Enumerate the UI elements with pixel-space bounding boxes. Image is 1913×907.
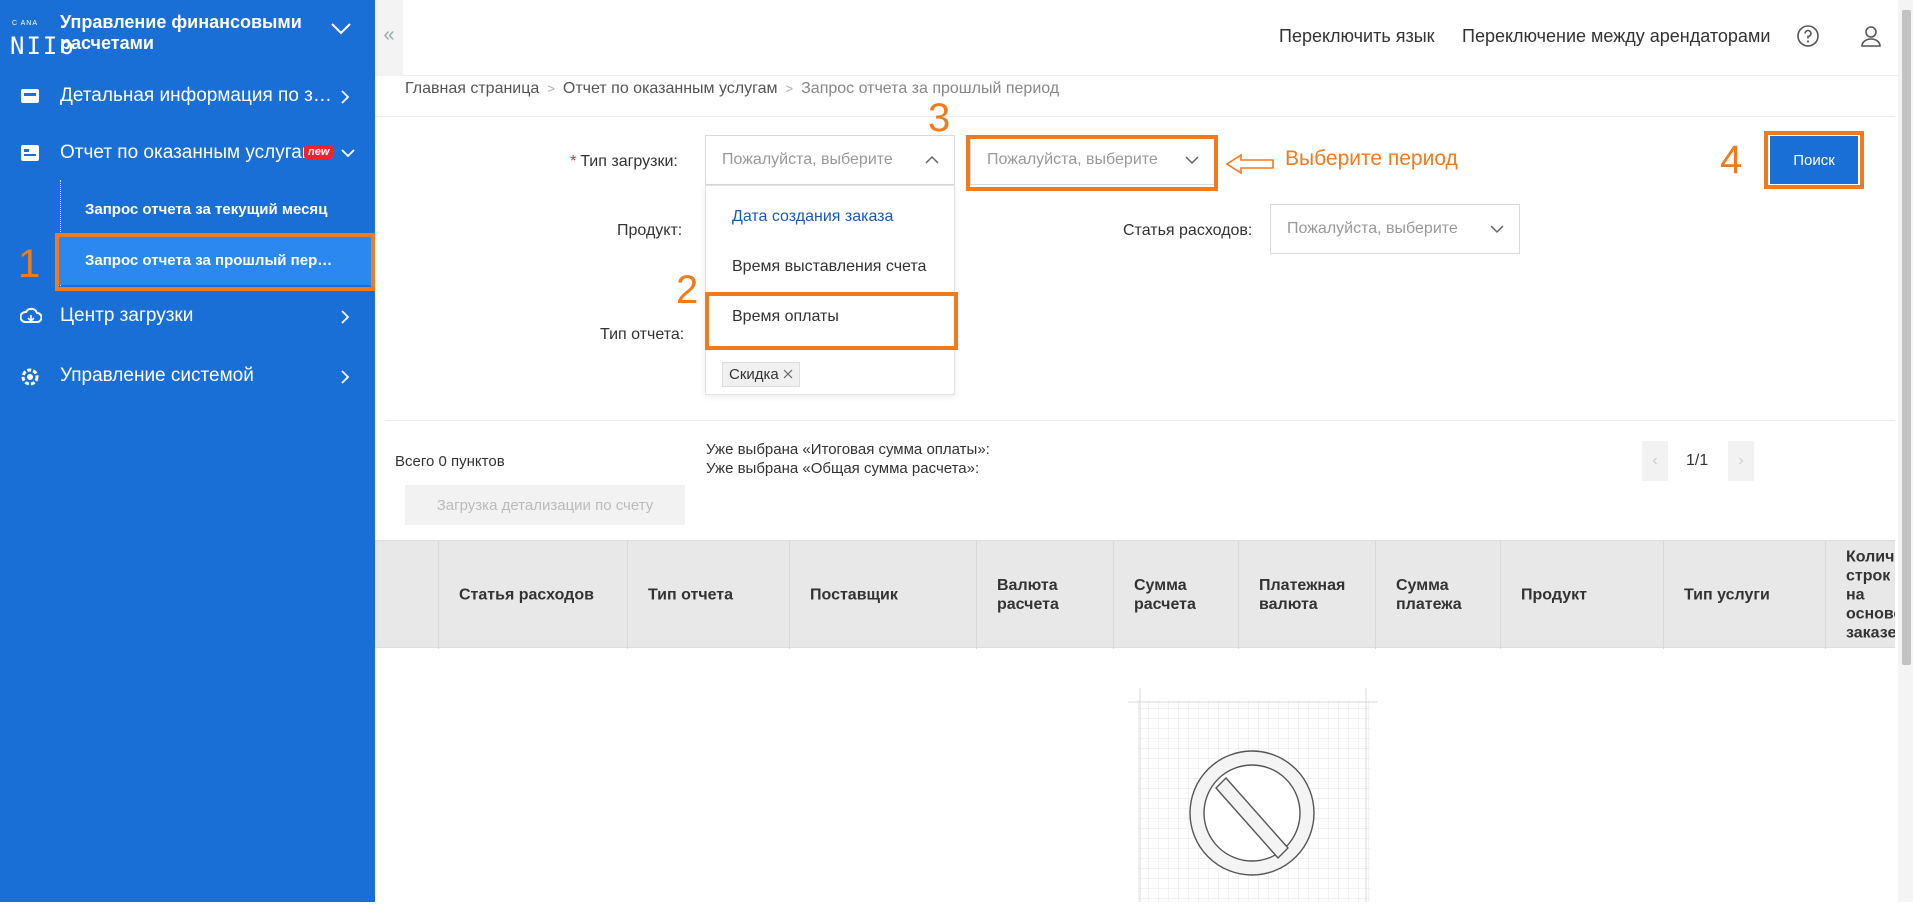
chevron-right-icon: [340, 309, 350, 330]
annotation-hint: Выберите период: [1285, 147, 1458, 170]
column-header-product[interactable]: Продукт: [1500, 541, 1640, 649]
total-count: Всего 0 пунктов: [395, 453, 505, 470]
column-header-settlement-currency[interactable]: Валюта расчета: [976, 541, 1096, 649]
top-bar: « Переключить язык Переключение между ар…: [375, 0, 1913, 76]
expense-item-label: Статья расходов:: [1123, 222, 1253, 239]
report-type-tag: Скидка: [722, 362, 800, 387]
sidebar: C ANA NIIo Управление финансовыми расчет…: [0, 0, 375, 902]
divider: [385, 420, 1895, 421]
switch-tenant-link[interactable]: Переключение между арендаторами: [1462, 26, 1770, 47]
report-icon: [20, 144, 40, 167]
chevron-right-icon: [340, 89, 350, 110]
tag-label: Скидка: [729, 366, 779, 383]
column-header-payment-currency[interactable]: Платежная валюта: [1238, 541, 1363, 649]
collapse-sidebar-icon[interactable]: «: [375, 0, 403, 76]
divider: [375, 116, 1895, 117]
breadcrumb-home[interactable]: Главная страница: [405, 80, 539, 97]
help-icon[interactable]: [1796, 24, 1820, 53]
column-header-supplier[interactable]: Поставщик: [789, 541, 959, 649]
dropdown-option-order-date[interactable]: Дата создания заказа: [732, 208, 893, 226]
dropdown-option-invoice-time[interactable]: Время выставления счета: [732, 258, 926, 276]
breadcrumb: Главная страница > Отчет по оказанным услу…: [405, 80, 1060, 97]
scrollbar-thumb[interactable]: [1902, 10, 1911, 665]
download-details-button[interactable]: Загрузка детализации по счету: [405, 485, 685, 525]
chevron-down-icon: [340, 146, 356, 164]
column-header-payment-amount[interactable]: Сумма платежа: [1375, 541, 1485, 649]
app-title: Управление финансовыми расчетами: [60, 12, 302, 53]
user-icon[interactable]: [1860, 24, 1882, 53]
prev-page-icon[interactable]: ‹: [1642, 441, 1668, 481]
switch-language-link[interactable]: Переключить язык: [1279, 26, 1435, 47]
annotation-box-step4: [1764, 131, 1864, 189]
arrow-left-icon: [1225, 152, 1275, 181]
app-logo: C ANA NIIo: [8, 14, 74, 64]
logo-small-text: C ANA: [12, 20, 39, 27]
sidebar-subitem-label: Запрос отчета за текущий месяц: [85, 201, 328, 218]
next-page-icon[interactable]: ›: [1728, 441, 1754, 481]
table-header: Статья расходов Тип отчета Поставщик Вал…: [375, 540, 1895, 649]
selected-total-settlement: Уже выбрана «Общая сумма расчета»:: [706, 460, 980, 477]
column-header-service-type[interactable]: Тип услуги: [1663, 541, 1823, 649]
product-label: Продукт:: [617, 222, 683, 239]
column-header-row-count[interactable]: Количество строк на основе заказе: [1825, 541, 1895, 649]
annotation-step-3: 3: [928, 96, 951, 140]
column-header-expense-item[interactable]: Статья расходов: [438, 541, 595, 649]
sidebar-item-label: Детальная информация по заказу: [60, 85, 335, 106]
box-icon: [20, 87, 40, 110]
sidebar-item-download-center[interactable]: Центр загрузки: [0, 295, 375, 337]
chevron-down-icon[interactable]: [330, 22, 352, 41]
download-type-label: * Тип загрузки:: [570, 153, 678, 170]
select-placeholder: Пожалуйста, выберите: [1287, 220, 1458, 237]
new-badge: new: [304, 145, 334, 159]
download-type-dropdown: Дата создания заказа Время выставления с…: [705, 185, 955, 395]
empty-state-illustration: [1128, 688, 1378, 907]
annotation-box-step1: [55, 233, 375, 291]
sidebar-item-system-management[interactable]: Управление системой: [0, 355, 375, 397]
annotation-box-step3: [966, 135, 1218, 191]
chevron-up-icon: [924, 153, 940, 171]
annotation-step-4: 4: [1720, 138, 1743, 182]
annotation-step-2: 2: [676, 268, 699, 312]
sidebar-item-label: Центр загрузки: [60, 305, 194, 326]
report-type-label: Тип отчета:: [600, 326, 685, 343]
breadcrumb-current: Запрос отчета за прошлый период: [801, 80, 1060, 97]
annotation-step-1: 1: [18, 242, 41, 286]
cloud-icon: [19, 307, 43, 330]
selected-total-payment: Уже выбрана «Итоговая сумма оплаты»:: [706, 441, 990, 458]
sidebar-subitem-current-month[interactable]: Запрос отчета за текущий месяц: [58, 186, 372, 234]
download-type-select[interactable]: Пожалуйста, выберите: [705, 135, 955, 185]
breadcrumb-service-report[interactable]: Отчет по оказанным услугам: [563, 80, 778, 97]
chevron-right-icon: [340, 369, 350, 390]
gear-icon: [20, 367, 40, 392]
sidebar-item-label: Управление системой: [60, 365, 254, 386]
expense-item-select[interactable]: Пожалуйста, выберите: [1270, 204, 1520, 254]
column-header-settlement-amount[interactable]: Сумма расчета: [1113, 541, 1223, 649]
chevron-down-icon: [1489, 222, 1505, 240]
sidebar-item-service-report[interactable]: Отчет по оказанным услугам new: [0, 132, 375, 174]
close-icon[interactable]: [783, 366, 793, 383]
select-placeholder: Пожалуйста, выберите: [722, 151, 893, 168]
column-header-report-type[interactable]: Тип отчета: [627, 541, 772, 649]
sidebar-item-order-details[interactable]: Детальная информация по заказу: [0, 75, 375, 117]
page-indicator: 1/1: [1686, 452, 1709, 469]
annotation-box-step2: [705, 292, 958, 350]
sidebar-item-label: Отчет по оказанным услугам: [60, 142, 305, 163]
